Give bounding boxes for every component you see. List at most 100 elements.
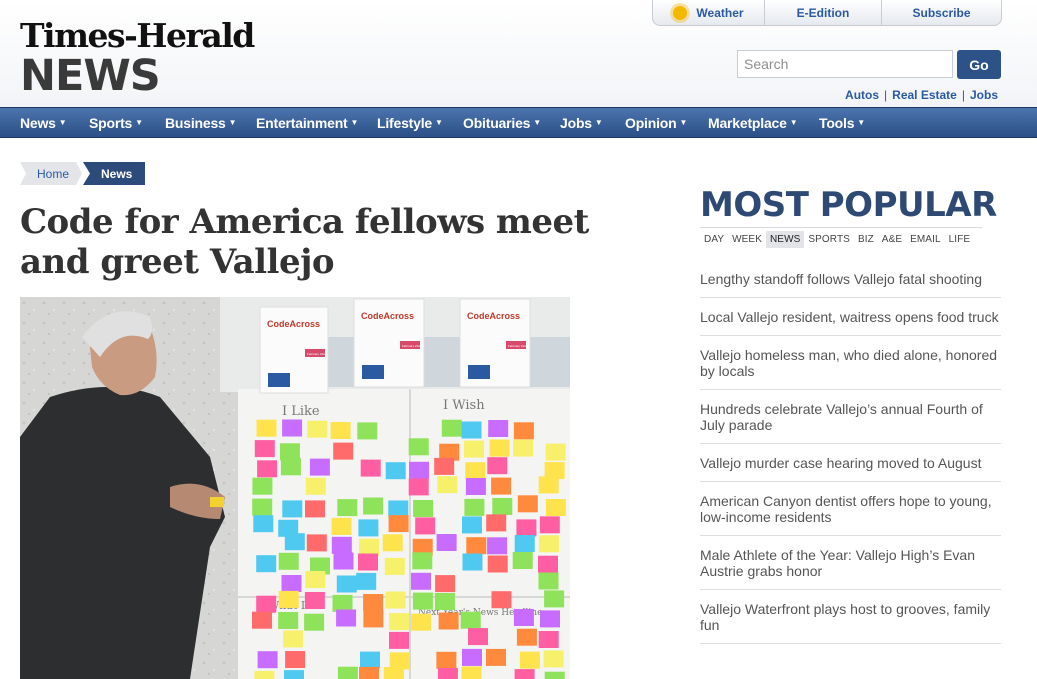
nav-news[interactable]: News ▼ — [20, 108, 67, 137]
sticky-note — [544, 671, 565, 679]
sticky-note — [330, 422, 351, 439]
separator: | — [884, 88, 888, 102]
quick-link-autos[interactable]: Autos — [845, 88, 879, 102]
sticky-note — [408, 438, 429, 456]
board-label-wish: I Wish — [443, 398, 485, 413]
sticky-note — [333, 552, 354, 570]
main-nav: News ▼ Sports ▼ Business ▼ Entertainment ▼ L… — [0, 107, 1037, 138]
separator: | — [961, 88, 965, 102]
sticky-note — [408, 478, 429, 496]
sticky-note — [543, 650, 564, 668]
sticky-note — [385, 462, 406, 480]
sticky-note — [307, 420, 328, 438]
sticky-note — [539, 535, 559, 553]
tab-life[interactable]: LIFE — [945, 231, 975, 248]
breadcrumb-home[interactable]: Home — [20, 162, 82, 185]
sticky-note — [278, 612, 299, 629]
quick-link-jobs[interactable]: Jobs — [970, 88, 998, 102]
photo-illustration: CodeAcross February 21st CodeAcross Febr… — [20, 297, 570, 679]
sticky-note — [512, 552, 533, 569]
sticky-note — [413, 500, 434, 517]
nav-label: Entertainment — [256, 114, 348, 131]
sticky-note — [516, 628, 537, 646]
sticky-note — [514, 669, 535, 679]
sticky-note — [436, 651, 457, 669]
nav-tools[interactable]: Tools ▼ — [819, 108, 865, 137]
popular-story-link[interactable]: Hundreds celebrate Vallejo’s annual Four… — [700, 390, 1001, 444]
sticky-note — [282, 500, 303, 518]
quick-links: Autos | Real Estate | Jobs — [845, 88, 998, 102]
sticky-note — [359, 538, 380, 556]
tab-day[interactable]: DAY — [700, 231, 728, 248]
sticky-note — [305, 571, 326, 588]
search-input[interactable] — [737, 50, 953, 78]
caret-down-icon: ▼ — [435, 118, 443, 127]
eedition-link[interactable]: E-Edition — [764, 0, 881, 25]
sticky-note — [465, 462, 486, 480]
weather-link[interactable]: Weather — [653, 0, 764, 25]
sticky-note — [363, 610, 384, 628]
quick-link-real-estate[interactable]: Real Estate — [892, 88, 957, 102]
nav-sports[interactable]: Sports ▼ — [89, 108, 143, 137]
popular-story-link[interactable]: Male Athlete of the Year: Vallejo High’s… — [700, 536, 1001, 590]
nav-business[interactable]: Business ▼ — [165, 108, 237, 137]
sticky-note — [257, 460, 278, 478]
sticky-note — [305, 500, 325, 518]
tab-news[interactable]: NEWS — [765, 230, 805, 248]
search-go-button[interactable]: Go — [957, 50, 1001, 79]
nav-label: Lifestyle — [377, 114, 432, 131]
tab-biz[interactable]: BIZ — [854, 231, 878, 248]
sticky-note — [409, 461, 429, 479]
sticky-note — [434, 593, 455, 610]
tab-week[interactable]: WEEK — [728, 231, 766, 248]
sticky-note — [256, 555, 277, 573]
sticky-note — [465, 478, 486, 495]
tab-email[interactable]: EMAIL — [906, 231, 945, 248]
board-label-like: I Like — [282, 404, 320, 419]
sticky-note — [411, 613, 432, 631]
sticky-note — [486, 648, 506, 666]
most-popular-tabs: DAY WEEK NEWS SPORTS BIZ A&E EMAIL LIFE — [700, 227, 982, 250]
sticky-note — [434, 457, 455, 475]
nav-obituaries[interactable]: Obituaries ▼ — [463, 108, 541, 137]
nav-lifestyle[interactable]: Lifestyle ▼ — [377, 108, 443, 137]
nav-label: Jobs — [560, 114, 592, 131]
sticky-note — [331, 517, 352, 535]
nav-jobs[interactable]: Jobs ▼ — [560, 108, 603, 137]
sticky-note — [304, 592, 325, 609]
breadcrumb-current[interactable]: News — [83, 162, 145, 185]
popular-story-link[interactable]: Local Vallejo resident, waitress opens f… — [700, 298, 1001, 336]
site-logo-line1[interactable]: Times-Herald — [20, 17, 255, 55]
caret-down-icon: ▼ — [594, 118, 603, 127]
article-photo[interactable]: CodeAcross February 21st CodeAcross Febr… — [20, 297, 570, 679]
popular-story-link[interactable]: Vallejo Waterfront plays host to grooves… — [700, 590, 1001, 644]
subscribe-link[interactable]: Subscribe — [881, 0, 1001, 25]
caret-down-icon: ▼ — [679, 118, 688, 127]
sticky-note — [462, 648, 482, 666]
popular-story-link[interactable]: Vallejo murder case hearing moved to Aug… — [700, 444, 1001, 482]
sticky-note — [254, 670, 275, 679]
nav-entertainment[interactable]: Entertainment ▼ — [256, 108, 358, 137]
sticky-note — [358, 553, 378, 571]
nav-opinion[interactable]: Opinion ▼ — [625, 108, 687, 137]
tab-ae[interactable]: A&E — [878, 231, 906, 248]
sticky-note — [513, 609, 534, 626]
sticky-note — [285, 651, 306, 668]
sticky-note — [336, 609, 357, 627]
sign-title-2: CodeAcross — [361, 311, 414, 321]
nav-marketplace[interactable]: Marketplace ▼ — [708, 108, 798, 137]
popular-story-link[interactable]: American Canyon dentist offers hope to y… — [700, 482, 1001, 536]
nav-label: Sports — [89, 114, 133, 131]
tab-sports[interactable]: SPORTS — [804, 231, 854, 248]
sign-date-3: February 21st — [508, 344, 527, 348]
sticky-note — [544, 590, 565, 608]
site-logo-line2[interactable]: NEWS — [20, 52, 161, 100]
sticky-note — [539, 516, 560, 534]
sticky-note — [437, 668, 458, 679]
sticky-note — [304, 613, 325, 631]
popular-story-link[interactable]: Lengthy standoff follows Vallejo fatal s… — [700, 259, 1001, 298]
sticky-note — [252, 477, 273, 495]
popular-story-link[interactable]: Vallejo homeless man, who died alone, ho… — [700, 336, 1001, 390]
sticky-note — [252, 498, 273, 516]
sticky-note — [441, 419, 462, 437]
